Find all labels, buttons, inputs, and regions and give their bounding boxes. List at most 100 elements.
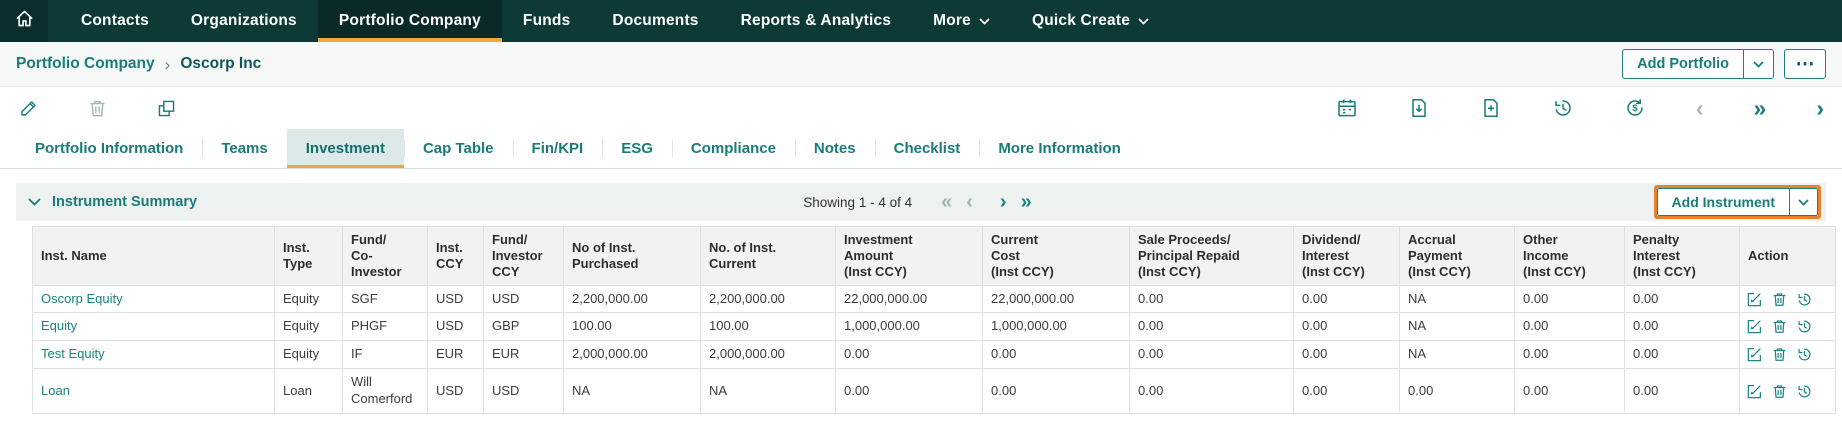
ellipsis-icon: ⋯ xyxy=(1796,55,1815,74)
delete-icon[interactable] xyxy=(87,98,108,119)
breadcrumb-current: Oscorp Inc xyxy=(180,55,261,73)
last-page-icon[interactable]: » xyxy=(1021,192,1032,212)
chevron-down-icon xyxy=(979,18,990,25)
column-header: Fund/Co-Investor xyxy=(343,227,428,286)
export-file-icon[interactable] xyxy=(1408,97,1430,119)
showing-count: Showing 1 - 4 of 4 xyxy=(803,195,912,210)
nav-item[interactable]: More xyxy=(912,0,1011,42)
next-page-icon[interactable]: › xyxy=(1000,192,1007,212)
edit-row-icon[interactable] xyxy=(1746,383,1763,400)
edit-icon[interactable] xyxy=(18,98,39,119)
cell-inst-type: Equity xyxy=(275,285,343,313)
add-portfolio-button[interactable]: Add Portfolio xyxy=(1622,49,1774,79)
tab[interactable]: Checklist xyxy=(875,129,980,168)
cell-investment-amount: 22,000,000.00 xyxy=(836,285,983,313)
top-nav: Contacts Organizations Portfolio Company… xyxy=(0,0,1842,42)
first-page-icon[interactable]: « xyxy=(941,192,952,212)
cell-inst-type: Equity xyxy=(275,341,343,369)
breadcrumb-parent-link[interactable]: Portfolio Company xyxy=(16,55,155,73)
tab[interactable]: Teams xyxy=(202,129,286,168)
instrument-name-link[interactable]: Loan xyxy=(41,383,70,398)
nav-item[interactable]: Documents xyxy=(591,0,719,42)
add-instrument-label[interactable]: Add Instrument xyxy=(1658,189,1789,215)
tab[interactable]: Cap Table xyxy=(404,129,513,168)
cell-current-cost: 1,000,000.00 xyxy=(983,313,1130,341)
table-row: Equity Equity PHGF USD GBP 100.00 100.00… xyxy=(33,313,1836,341)
tab[interactable]: Notes xyxy=(795,129,875,168)
history-row-icon[interactable] xyxy=(1796,291,1813,308)
add-portfolio-label[interactable]: Add Portfolio xyxy=(1623,50,1743,78)
tab[interactable]: ESG xyxy=(602,129,672,168)
cell-accrual-payment: NA xyxy=(1400,285,1515,313)
instrument-table: Inst. Name Inst.Type Fund/Co-Investor In… xyxy=(32,226,1836,414)
add-portfolio-dropdown[interactable] xyxy=(1743,50,1773,78)
instrument-name-link[interactable]: Test Equity xyxy=(41,346,105,361)
nav-item[interactable]: Quick Create xyxy=(1011,0,1170,42)
tab[interactable]: Portfolio Information xyxy=(16,129,202,168)
cell-current: 2,000,000.00 xyxy=(701,341,836,369)
column-header: Fund/InvestorCCY xyxy=(484,227,564,286)
cell-dividend-interest: 0.00 xyxy=(1294,369,1400,414)
delete-row-icon[interactable] xyxy=(1771,291,1788,308)
edit-row-icon[interactable] xyxy=(1746,318,1763,335)
nav-item[interactable]: Contacts xyxy=(60,0,170,42)
cell-current: 100.00 xyxy=(701,313,836,341)
restore-window-icon[interactable] xyxy=(156,98,177,119)
tab[interactable]: Investment xyxy=(287,129,404,168)
cell-investment-amount: 0.00 xyxy=(836,341,983,369)
column-header: Sale Proceeds/Principal Repaid(Inst CCY) xyxy=(1130,227,1294,286)
cell-sale-proceeds: 0.00 xyxy=(1130,369,1294,414)
cell-penalty-interest: 0.00 xyxy=(1625,369,1740,414)
cell-purchased: 2,000,000.00 xyxy=(564,341,701,369)
scroll-right-icon[interactable]: › xyxy=(1816,97,1824,120)
home-button[interactable] xyxy=(0,0,48,42)
cell-investment-amount: 1,000,000.00 xyxy=(836,313,983,341)
instrument-name-link[interactable]: Oscorp Equity xyxy=(41,291,123,306)
scroll-jump-right-icon[interactable]: » xyxy=(1754,97,1767,120)
calendar-icon[interactable] xyxy=(1336,97,1358,119)
nav-item[interactable]: Funds xyxy=(502,0,592,42)
delete-row-icon[interactable] xyxy=(1771,318,1788,335)
delete-row-icon[interactable] xyxy=(1771,346,1788,363)
nav-item[interactable]: Organizations xyxy=(170,0,318,42)
row-actions xyxy=(1740,369,1836,414)
cell-inst-type: Loan xyxy=(275,369,343,414)
column-header: InvestmentAmount(Inst CCY) xyxy=(836,227,983,286)
cell-fund-co-investor: PHGF xyxy=(343,313,428,341)
table-row: Test Equity Equity IF EUR EUR 2,000,000.… xyxy=(33,341,1836,369)
nav-item[interactable]: Portfolio Company xyxy=(318,0,502,42)
more-options-button[interactable]: ⋯ xyxy=(1784,49,1826,79)
cell-other-income: 0.00 xyxy=(1515,341,1625,369)
history-row-icon[interactable] xyxy=(1796,383,1813,400)
add-instrument-highlight: Add Instrument xyxy=(1654,185,1821,219)
instrument-name-link[interactable]: Equity xyxy=(41,318,77,333)
history-icon[interactable] xyxy=(1552,97,1574,119)
cell-investor-ccy: EUR xyxy=(484,341,564,369)
edit-row-icon[interactable] xyxy=(1746,291,1763,308)
breadcrumb-separator-icon: › xyxy=(165,56,171,73)
cell-inst-ccy: USD xyxy=(428,369,484,414)
tab[interactable]: Compliance xyxy=(672,129,795,168)
cell-purchased: 100.00 xyxy=(564,313,701,341)
currency-refresh-icon[interactable]: $ xyxy=(1624,97,1646,119)
table-row: Oscorp Equity Equity SGF USD USD 2,200,0… xyxy=(33,285,1836,313)
app-window: Contacts Organizations Portfolio Company… xyxy=(0,0,1842,431)
cell-sale-proceeds: 0.00 xyxy=(1130,341,1294,369)
tab[interactable]: Fin/KPI xyxy=(513,129,603,168)
scroll-left-icon[interactable]: ‹ xyxy=(1696,97,1704,120)
column-header: Dividend/Interest(Inst CCY) xyxy=(1294,227,1400,286)
delete-row-icon[interactable] xyxy=(1771,383,1788,400)
history-row-icon[interactable] xyxy=(1796,346,1813,363)
add-file-icon[interactable] xyxy=(1480,97,1502,119)
history-row-icon[interactable] xyxy=(1796,318,1813,335)
cell-accrual-payment: 0.00 xyxy=(1400,369,1515,414)
nav-item[interactable]: Reports & Analytics xyxy=(720,0,913,42)
tab[interactable]: More Information xyxy=(979,129,1140,168)
collapse-section-toggle[interactable]: Instrument Summary xyxy=(28,194,197,210)
utility-actions: $ ‹ » › xyxy=(1336,97,1824,120)
edit-row-icon[interactable] xyxy=(1746,346,1763,363)
cell-other-income: 0.00 xyxy=(1515,369,1625,414)
add-instrument-button[interactable]: Add Instrument xyxy=(1657,188,1818,216)
prev-page-icon[interactable]: ‹ xyxy=(966,192,973,212)
add-instrument-dropdown[interactable] xyxy=(1789,189,1817,215)
